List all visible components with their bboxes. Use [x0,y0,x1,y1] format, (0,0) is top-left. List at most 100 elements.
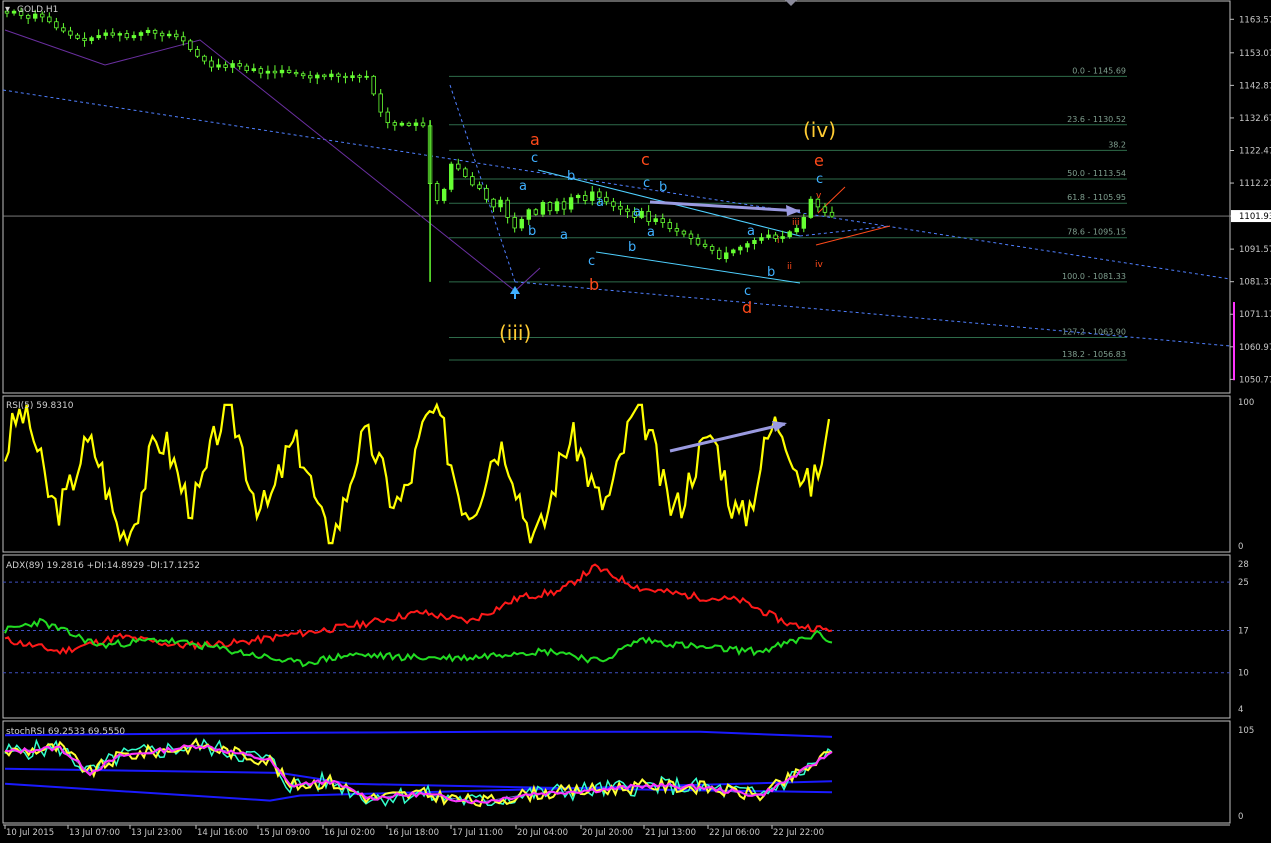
candle-body [554,201,560,212]
candle-body [166,33,172,37]
candle-body [322,74,327,78]
candle-body [68,30,73,36]
candle-body [392,122,398,126]
time-tick-label: 20 Jul 20:00 [582,828,633,838]
candle-body [315,74,320,79]
wave-d-label: d [742,298,752,317]
candle-body [406,122,412,126]
candle-body [300,73,306,77]
candle-body [519,218,524,229]
wave-iv-small-label: iv [815,260,824,270]
candle-body [188,40,193,50]
time-tick-label: 21 Jul 13:00 [645,828,696,838]
candle-body [575,195,581,199]
candle-body [54,21,59,29]
candle-body [590,191,595,201]
time-tick-label: 13 Jul 23:00 [131,828,182,838]
adx-tick: 17 [1238,626,1249,636]
candle-body [209,60,214,68]
wave-c-label: c [641,150,650,169]
sub-wave-label: c [816,172,823,187]
wave-e-label: e [814,151,824,170]
sub-wave-label: c [643,176,650,191]
candle-body [484,187,489,200]
price-tick-label: 1122.47 [1239,146,1271,156]
time-tick-label: 16 Jul 18:00 [388,828,439,838]
candle-body [96,35,101,39]
price-tick-label: 1112.27 [1239,179,1271,189]
wave-iii-label: (iii) [499,321,531,345]
candle-body [223,64,228,68]
candle-body [794,227,799,233]
candle-body [667,222,673,230]
candle-body [413,122,419,126]
candle-body [695,238,701,245]
candle-body [787,231,792,237]
current-price-label: 1101.93 [1239,212,1271,222]
candle-body [244,65,249,71]
symbol-dropdown-icon[interactable]: ▾ [5,4,10,15]
candle-body [357,75,362,78]
price-tick-label: 1132.67 [1239,114,1271,124]
candle-body [724,252,729,260]
candle-body [808,198,814,218]
candle-body [456,163,461,170]
candle-body [343,75,348,79]
candle-body [336,73,341,77]
fib-level-label: 78.6 - 1095.15 [1067,228,1126,237]
fib-level-label: 138.2 - 1056.83 [1062,350,1126,359]
candle-body [441,188,447,201]
wave-b-label: b [589,275,599,294]
candle-body [526,209,531,220]
price-tick-label: 1142.87 [1239,81,1271,91]
rsi-tick-100: 100 [1238,398,1254,408]
sub-wave-label: a [633,205,641,220]
fib-level-label: 100.0 - 1081.33 [1062,272,1126,281]
stoch-tick-0: 0 [1238,812,1243,822]
sub-wave-label: a [596,195,604,210]
candle-body [378,93,383,113]
candle-body [293,72,299,75]
candle-body [780,236,785,239]
candle-body [364,75,369,78]
candle-body [568,197,574,210]
time-tick-label: 22 Jul 22:00 [773,828,824,838]
wave-v-label: v [816,191,822,201]
fib-level-label: 61.8 - 1105.95 [1067,193,1126,202]
fib-level-label: 38.2 [1108,140,1126,149]
candle-body [152,29,158,34]
time-tick-label: 17 Jul 11:00 [452,828,503,838]
rsi-tick-0: 0 [1238,542,1243,552]
candle-body [674,228,680,232]
adx-tick: 10 [1238,669,1249,679]
candle-body [202,55,207,62]
candle-body [653,218,658,222]
price-tick-label: 1071.17 [1239,310,1271,320]
sub-wave-label: a [519,179,527,194]
candle-body [420,122,426,127]
time-tick-label: 20 Jul 04:00 [517,828,568,838]
candle-body [25,14,31,19]
candle-body [716,249,722,260]
adx-label: ADX(89) 19.2816 +DI:14.8929 -DI:17.1252 [6,561,200,571]
sub-wave-label: c [588,254,595,269]
candle-body [237,63,242,67]
time-tick-label: 22 Jul 06:00 [709,828,760,838]
candle-body [470,176,475,186]
candle-body [286,69,292,73]
candle-body [611,201,616,207]
candle-body [385,111,390,124]
time-tick-label: 10 Jul 2015 [6,828,54,838]
candle-body [540,202,546,215]
stochrsi-label: stochRSI 69.2533 69.5550 [6,727,125,737]
adx-tick: 25 [1238,578,1249,588]
candle-body [702,243,708,247]
candle-body [124,33,130,39]
candle-body [279,69,285,74]
candle-body [47,16,52,23]
wave-iv-label: (iv) [803,118,836,142]
wave-a-label: a [530,130,540,149]
candle-body [491,198,496,208]
candle-body [681,230,687,235]
sub-wave-label: a [647,225,655,240]
